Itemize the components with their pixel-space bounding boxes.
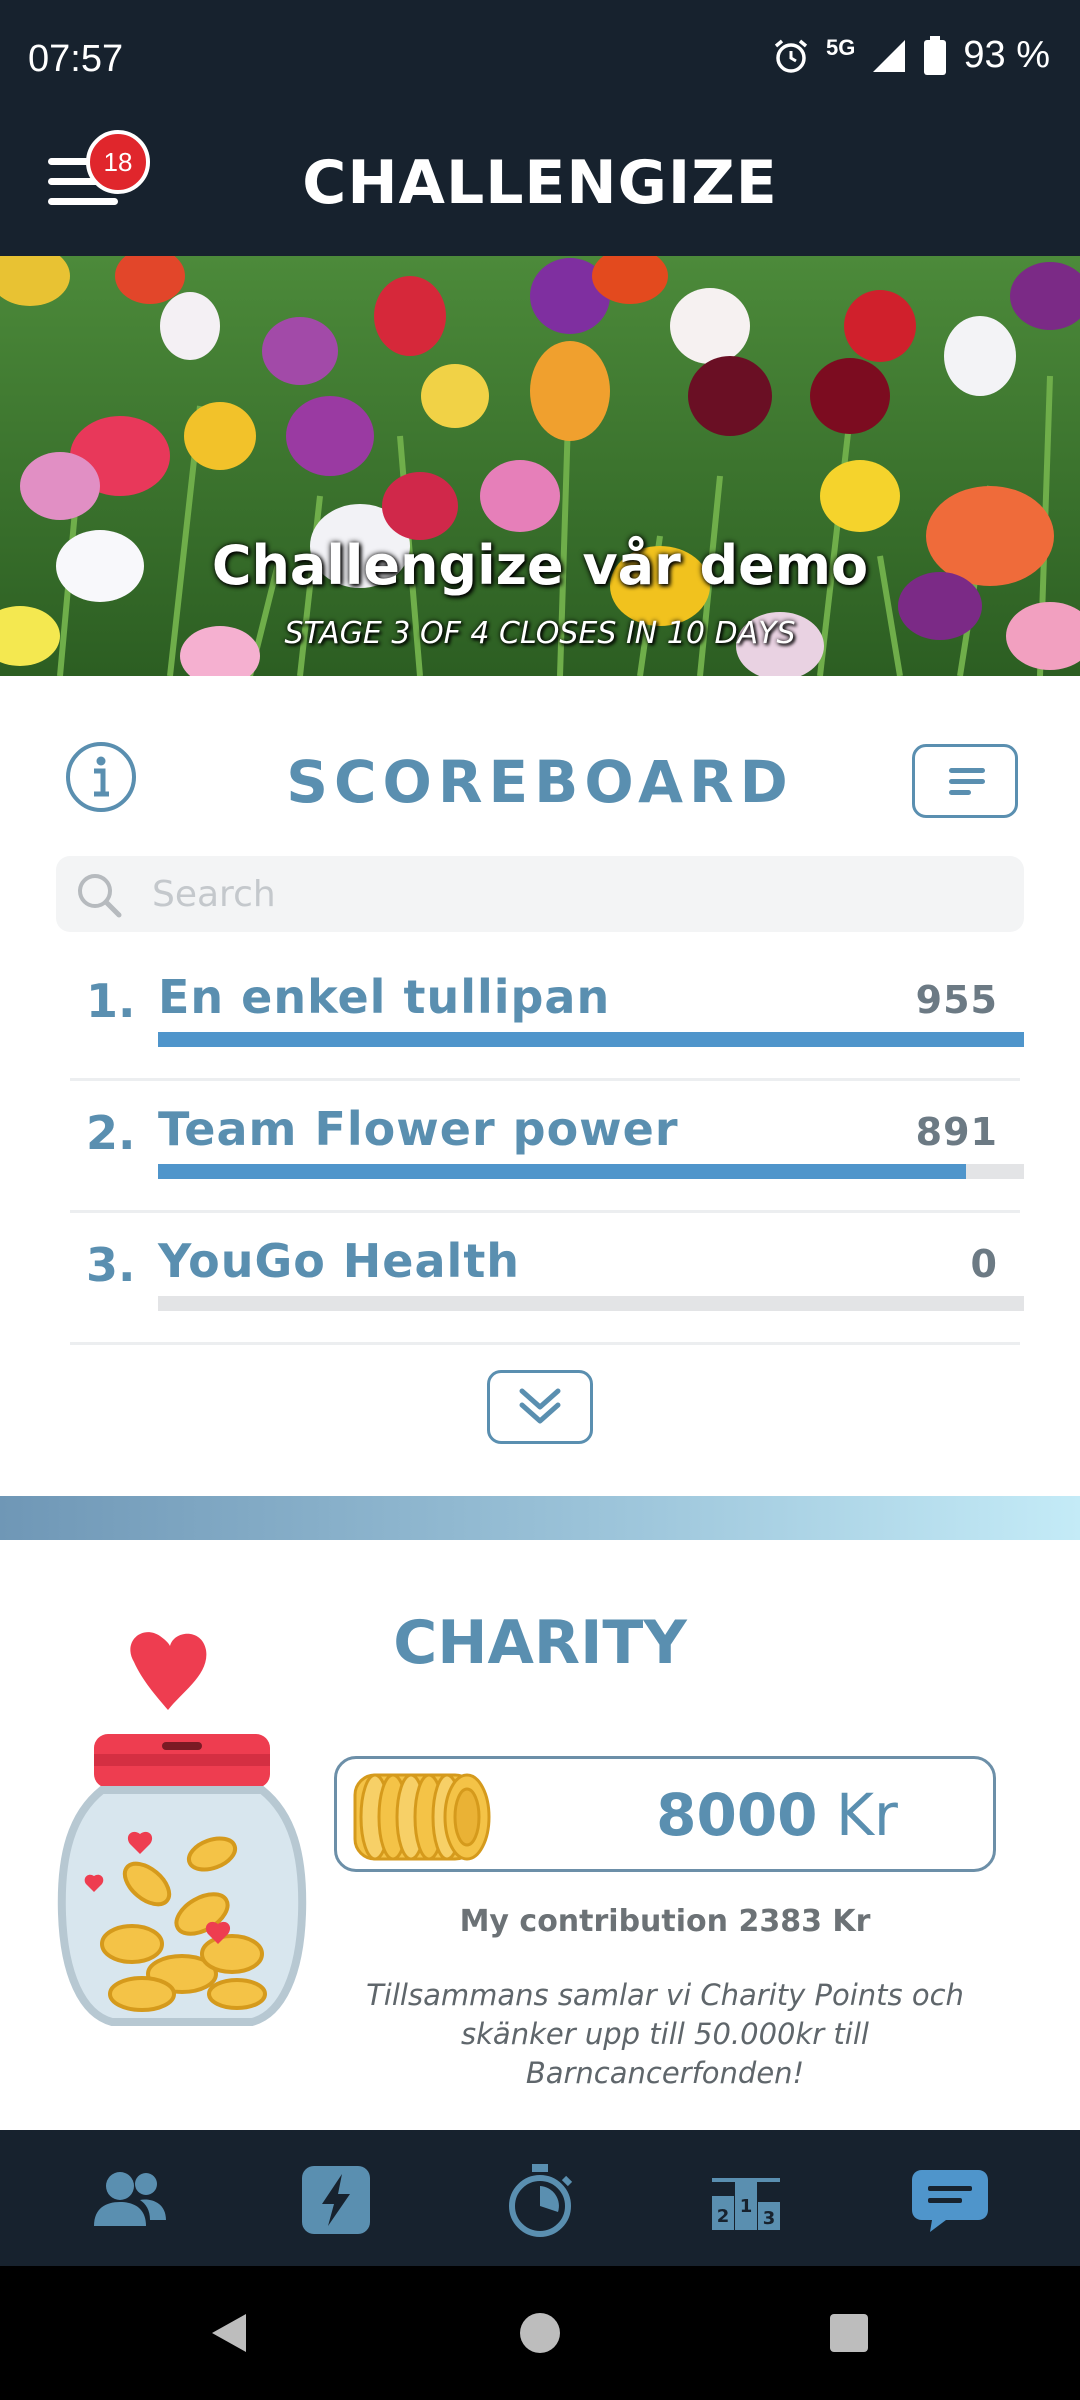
svg-text:1: 1 [740,2196,753,2217]
my-contribution: My contribution 2383 Kr [459,1904,871,1939]
search-icon [78,874,122,918]
nav-activities[interactable] [500,2160,580,2240]
coin-stack-icon [353,1773,491,1861]
svg-text:3: 3 [763,2208,776,2229]
search-input[interactable] [152,862,992,926]
score-progress-fill [158,1032,1024,1047]
bottom-navigation: 2 1 3 [0,2130,1080,2266]
challenge-title: Challengize vår demo [211,534,869,597]
expand-scoreboard-button[interactable] [487,1370,593,1444]
nav-team[interactable] [90,2160,170,2240]
row-divider [70,1210,1020,1213]
scoreboard-row[interactable]: 3. YouGo Health 0 [0,1230,1080,1362]
search-box [56,856,1024,932]
score-progress-bar [158,1032,1024,1047]
status-time: 07:57 [28,38,124,80]
status-icons: 5G 93 % [772,34,1050,77]
team-name: Team Flower power [158,1102,679,1156]
network-type: 5G [826,34,856,60]
nav-challenge[interactable] [296,2160,376,2240]
stopwatch-icon [509,2164,573,2237]
podium-icon: 2 1 3 [712,2178,780,2230]
svg-text:2: 2 [717,2206,730,2227]
row-divider [70,1342,1020,1345]
team-icon [94,2172,166,2226]
scoreboard-row[interactable]: 1. En enkel tullipan 955 [0,966,1080,1098]
score-progress-fill [158,1164,966,1179]
rank-number: 2. [86,1106,136,1160]
system-navigation-bar [0,2266,1080,2400]
score-progress-bar [158,1164,1024,1179]
signal-icon [873,39,906,72]
score-progress-bar [158,1296,1024,1311]
challenge-banner[interactable]: Challengize vår demo STAGE 3 OF 4 CLOSES… [0,256,1080,676]
double-chevron-down-icon [519,1388,561,1424]
nav-chat[interactable] [910,2160,990,2240]
recents-icon[interactable] [826,2310,872,2356]
charity-amount: 8000 Kr [567,1781,987,1849]
rank-number: 3. [86,1238,136,1292]
challenge-stage-info: STAGE 3 OF 4 CLOSES IN 10 DAYS [284,616,796,651]
sort-button[interactable] [912,744,1018,818]
challenge-bolt-icon [302,2166,370,2234]
charity-description: Tillsammans samlar vi Charity Points och… [366,1978,964,2090]
rank-number: 1. [86,974,136,1028]
row-divider [70,1078,1020,1081]
team-score: 955 [915,978,998,1022]
section-divider [0,1496,1080,1540]
team-name: YouGo Health [158,1234,521,1288]
charity-title: CHARITY [393,1608,687,1678]
app-title: CHALLENGIZE [302,148,778,218]
sort-icon-line [949,779,985,784]
team-name: En enkel tullipan [158,970,611,1024]
app-header: 18 CHALLENGIZE [0,104,1080,256]
sort-icon [949,768,985,773]
back-icon[interactable] [206,2310,252,2356]
charity-amount-value: 8000 [656,1781,818,1849]
home-icon[interactable] [517,2310,563,2356]
chat-icon [912,2170,988,2232]
charity-total-box: 8000 Kr [334,1756,996,1872]
status-bar: 07:57 5G 93 % [0,0,1080,104]
battery-percent: 93 % [963,34,1050,76]
battery-icon [924,35,947,75]
team-score: 0 [970,1242,998,1286]
scoreboard-row[interactable]: 2. Team Flower power 891 [0,1098,1080,1230]
team-score: 891 [915,1110,998,1154]
nav-leaderboard[interactable]: 2 1 3 [706,2160,786,2240]
charity-currency: Kr [835,1781,898,1849]
sort-icon-line [949,790,971,795]
alarm-icon [774,39,808,73]
tulip-field-image [0,256,1080,676]
